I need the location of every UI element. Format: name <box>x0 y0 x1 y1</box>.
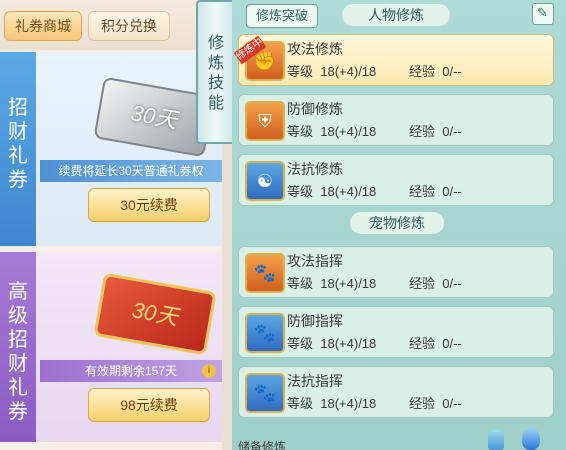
shop-tabs: 礼券商城 积分兑换 <box>0 0 222 50</box>
skill-name: 法抗指挥 <box>287 373 343 389</box>
pet-section-header: 宠物修炼 <box>350 212 444 234</box>
breakthrough-button[interactable]: 修炼突破 <box>246 4 318 28</box>
info-icon[interactable]: i <box>202 364 216 378</box>
pet-skill-row-resist[interactable]: 🐾 法抗指挥 等级 18(+4)/18 经验 0/-- <box>238 366 554 418</box>
coupon-title: 招财礼券 <box>8 97 28 191</box>
tab-coupon-shop[interactable]: 礼券商城 <box>4 11 82 41</box>
pet-skill-row-defense[interactable]: 🐾 防御指挥 等级 18(+4)/18 经验 0/-- <box>238 306 554 358</box>
premium-coupon-info-text: 有效期剩余157天 i <box>40 360 222 382</box>
yin-yang-icon: ☯ <box>245 161 285 201</box>
validity-text: 有效期剩余157天 <box>84 364 178 378</box>
skill-level: 等级 18(+4)/18 <box>287 336 377 351</box>
skill-level: 等级 18(+4)/18 <box>287 276 377 291</box>
premium-ticket-days-label: 30天 <box>130 297 181 330</box>
pet-skill-row-attack[interactable]: 🐾 攻法指挥 等级 18(+4)/18 经验 0/-- <box>238 246 554 298</box>
shield-icon: ⛨ <box>245 101 285 141</box>
skill-exp: 经验 0/-- <box>409 336 462 351</box>
skill-level: 等级 18(+4)/18 <box>287 64 377 79</box>
premium-coupon-title: 高级招财礼券 <box>8 281 28 423</box>
skill-scroll-tab[interactable]: 修炼技能 <box>196 0 236 144</box>
reserve-training-label: 储备修炼 <box>238 440 287 450</box>
shop-panel: 礼券商城 积分兑换 招财礼券 30天 续费将延长30天普通礼券权 30元续费 高… <box>0 0 222 450</box>
skill-row-defense[interactable]: ⛨ 防御修炼 等级 18(+4)/18 经验 0/-- <box>238 94 554 146</box>
coupon-info-text: 续费将延长30天普通礼券权 <box>40 160 222 182</box>
coupon-card-premium: 高级招财礼券 30天 有效期剩余157天 i 98元续费 <box>0 252 222 442</box>
skill-name: 防御指挥 <box>287 313 343 329</box>
potion-icon[interactable] <box>488 430 504 450</box>
skill-exp: 经验 0/-- <box>409 124 462 139</box>
paw-magic-icon: 🐾 <box>245 373 285 413</box>
tab-points-exchange[interactable]: 积分兑换 <box>88 11 170 41</box>
character-section-header: 人物修炼 <box>342 4 450 26</box>
skill-exp: 经验 0/-- <box>409 276 462 291</box>
skill-name: 法抗修炼 <box>287 161 343 177</box>
skill-exp: 经验 0/-- <box>409 184 462 199</box>
coupon-card-basic: 招财礼券 30天 续费将延长30天普通礼券权 30元续费 <box>0 52 222 246</box>
flame-icon[interactable] <box>522 428 540 450</box>
skill-row-attack[interactable]: ✊ 修炼中 攻法修炼 等级 18(+4)/18 经验 0/-- <box>233 34 554 86</box>
skill-level: 等级 18(+4)/18 <box>287 396 377 411</box>
paw-attack-icon: 🐾 <box>245 253 285 293</box>
renew-30-button[interactable]: 30元续费 <box>88 188 210 222</box>
skill-exp: 经验 0/-- <box>409 64 462 79</box>
coupon-title-strip: 招财礼券 <box>0 52 36 246</box>
skill-name: 攻法指挥 <box>287 253 343 269</box>
skill-level: 等级 18(+4)/18 <box>287 184 377 199</box>
gold-ticket-image: 30天 <box>93 272 217 356</box>
skill-name: 攻法修炼 <box>287 41 343 57</box>
premium-coupon-title-strip: 高级招财礼券 <box>0 252 36 442</box>
scroll-label: 修炼技能 <box>207 35 224 112</box>
skill-level: 等级 18(+4)/18 <box>287 124 377 139</box>
paw-shield-icon: 🐾 <box>245 313 285 353</box>
game-ui-root: 礼券商城 积分兑换 招财礼券 30天 续费将延长30天普通礼券权 30元续费 高… <box>0 0 566 450</box>
skill-row-resist[interactable]: ☯ 法抗修炼 等级 18(+4)/18 经验 0/-- <box>238 154 554 206</box>
skill-panel: 修炼突破 人物修炼 ✊ 修炼中 攻法修炼 等级 18(+4)/18 经验 0/-… <box>232 0 566 450</box>
skill-name: 防御修炼 <box>287 101 343 117</box>
skill-exp: 经验 0/-- <box>409 396 462 411</box>
edit-icon[interactable] <box>532 3 554 25</box>
renew-98-button[interactable]: 98元续费 <box>88 388 210 422</box>
ticket-days-label: 30天 <box>129 100 180 133</box>
